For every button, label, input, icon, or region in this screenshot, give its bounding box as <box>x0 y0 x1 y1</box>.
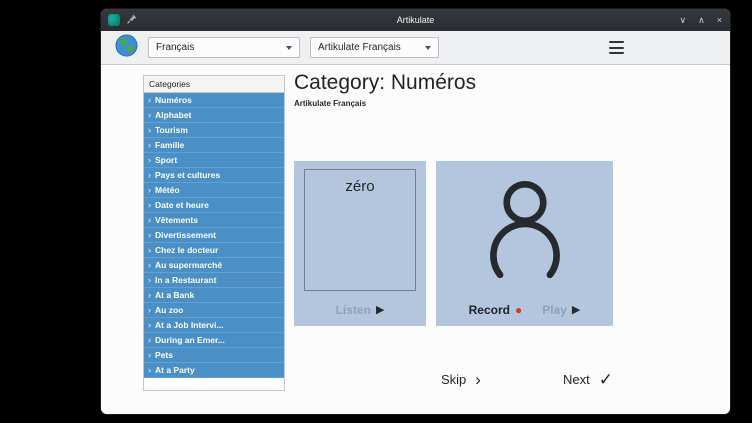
pin-icon[interactable] <box>127 11 137 29</box>
window-title: Artikulate <box>101 15 730 25</box>
next-button[interactable]: Next ✓ <box>563 371 613 388</box>
categories-header: Categories <box>144 76 284 93</box>
phrase-text: zéro <box>304 169 416 291</box>
page-subtitle: Artikulate Français <box>294 99 366 108</box>
category-item[interactable]: › Tourism <box>144 123 284 138</box>
play-icon[interactable]: ▶ <box>572 305 580 316</box>
category-item-label: Tourism <box>155 125 188 135</box>
category-item[interactable]: › At a Bank <box>144 288 284 303</box>
chevron-right-icon: › <box>148 141 151 150</box>
category-item[interactable]: › Météo <box>144 183 284 198</box>
category-item[interactable]: › Au supermarché <box>144 258 284 273</box>
chevron-right-icon: › <box>148 96 151 105</box>
chevron-down-icon <box>425 46 431 50</box>
chevron-right-icon: › <box>475 371 481 388</box>
app-icon[interactable] <box>108 14 120 26</box>
category-item[interactable]: › Alphabet <box>144 108 284 123</box>
chevron-right-icon: › <box>148 171 151 180</box>
category-item[interactable]: › Famille <box>144 138 284 153</box>
category-item-label: At a Bank <box>155 290 194 300</box>
category-item-label: Pets <box>155 350 173 360</box>
categories-panel: Categories › Numéros › Alphabet › Touris… <box>143 75 285 391</box>
category-item[interactable]: › Sport <box>144 153 284 168</box>
language-selector[interactable]: Français <box>148 37 300 58</box>
category-item-label: Date et heure <box>155 200 209 210</box>
category-item[interactable]: › Divertissement <box>144 228 284 243</box>
minimize-button[interactable]: ∨ <box>680 16 687 25</box>
titlebar-left-icons <box>108 9 137 31</box>
category-item[interactable]: › In a Restaurant <box>144 273 284 288</box>
category-list: › Numéros › Alphabet › Tourism › Famille… <box>144 93 284 378</box>
category-item-label: Vêtements <box>155 215 198 225</box>
chevron-right-icon: › <box>148 306 151 315</box>
category-item-label: Au supermarché <box>155 260 222 270</box>
category-item-label: During an Emer... <box>155 335 225 345</box>
chevron-right-icon: › <box>148 351 151 360</box>
course-selector-value: Artikulate Français <box>318 42 401 53</box>
skip-button[interactable]: Skip › <box>441 371 481 388</box>
category-item[interactable]: › At a Job Intervi... <box>144 318 284 333</box>
titlebar: Artikulate ∨ ∧ × <box>101 9 730 31</box>
chevron-down-icon <box>286 46 292 50</box>
category-item-label: Sport <box>155 155 177 165</box>
category-item-label: At a Job Intervi... <box>155 320 224 330</box>
category-item-label: Divertissement <box>155 230 216 240</box>
chevron-right-icon: › <box>148 216 151 225</box>
menu-button[interactable] <box>609 41 624 54</box>
category-item-label: Famille <box>155 140 184 150</box>
category-item-label: Au zoo <box>155 305 183 315</box>
chevron-right-icon: › <box>148 321 151 330</box>
category-item-label: Chez le docteur <box>155 245 218 255</box>
chevron-right-icon: › <box>148 246 151 255</box>
category-item[interactable]: › Numéros <box>144 93 284 108</box>
window-controls: ∨ ∧ × <box>680 9 722 31</box>
category-item[interactable]: › Pets <box>144 348 284 363</box>
phrase-card: zéro Listen ▶ <box>294 161 426 326</box>
chevron-right-icon: › <box>148 156 151 165</box>
globe-icon <box>115 34 138 62</box>
category-item[interactable]: › During an Emer... <box>144 333 284 348</box>
chevron-right-icon: › <box>148 111 151 120</box>
category-item-label: Météo <box>155 185 180 195</box>
maximize-button[interactable]: ∧ <box>698 16 705 25</box>
play-icon[interactable]: ▶ <box>376 305 384 316</box>
category-item-label: At a Party <box>155 365 195 375</box>
course-selector[interactable]: Artikulate Français <box>310 37 439 58</box>
navigation-row: Skip › Next ✓ <box>441 365 613 393</box>
category-item[interactable]: › Date et heure <box>144 198 284 213</box>
chevron-right-icon: › <box>148 126 151 135</box>
language-selector-value: Français <box>156 42 194 53</box>
listen-button[interactable]: Listen <box>336 303 371 317</box>
category-item-label: In a Restaurant <box>155 275 216 285</box>
category-item[interactable]: › Vêtements <box>144 213 284 228</box>
category-item-label: Numéros <box>155 95 192 105</box>
record-card: Record ● Play ▶ <box>436 161 613 326</box>
chevron-right-icon: › <box>148 366 151 375</box>
chevron-right-icon: › <box>148 291 151 300</box>
chevron-right-icon: › <box>148 186 151 195</box>
chevron-right-icon: › <box>148 201 151 210</box>
category-item-label: Pays et cultures <box>155 170 220 180</box>
content-area: Categories › Numéros › Alphabet › Touris… <box>101 65 730 415</box>
chevron-right-icon: › <box>148 276 151 285</box>
app-window: Artikulate ∨ ∧ × Français Artikulate Fra… <box>100 8 731 415</box>
category-item-label: Alphabet <box>155 110 191 120</box>
chevron-right-icon: › <box>148 261 151 270</box>
category-item[interactable]: › Pays et cultures <box>144 168 284 183</box>
toolbar: Français Artikulate Français <box>101 31 730 65</box>
chevron-right-icon: › <box>148 336 151 345</box>
category-item[interactable]: › Chez le docteur <box>144 243 284 258</box>
record-button[interactable]: Record <box>469 303 510 317</box>
record-icon[interactable]: ● <box>515 304 522 316</box>
play-button[interactable]: Play <box>542 303 567 317</box>
category-item[interactable]: › At a Party <box>144 363 284 378</box>
chevron-right-icon: › <box>148 231 151 240</box>
close-button[interactable]: × <box>717 16 722 25</box>
page-title: Category: Numéros <box>294 71 476 95</box>
category-item[interactable]: › Au zoo <box>144 303 284 318</box>
checkmark-icon: ✓ <box>599 371 613 388</box>
